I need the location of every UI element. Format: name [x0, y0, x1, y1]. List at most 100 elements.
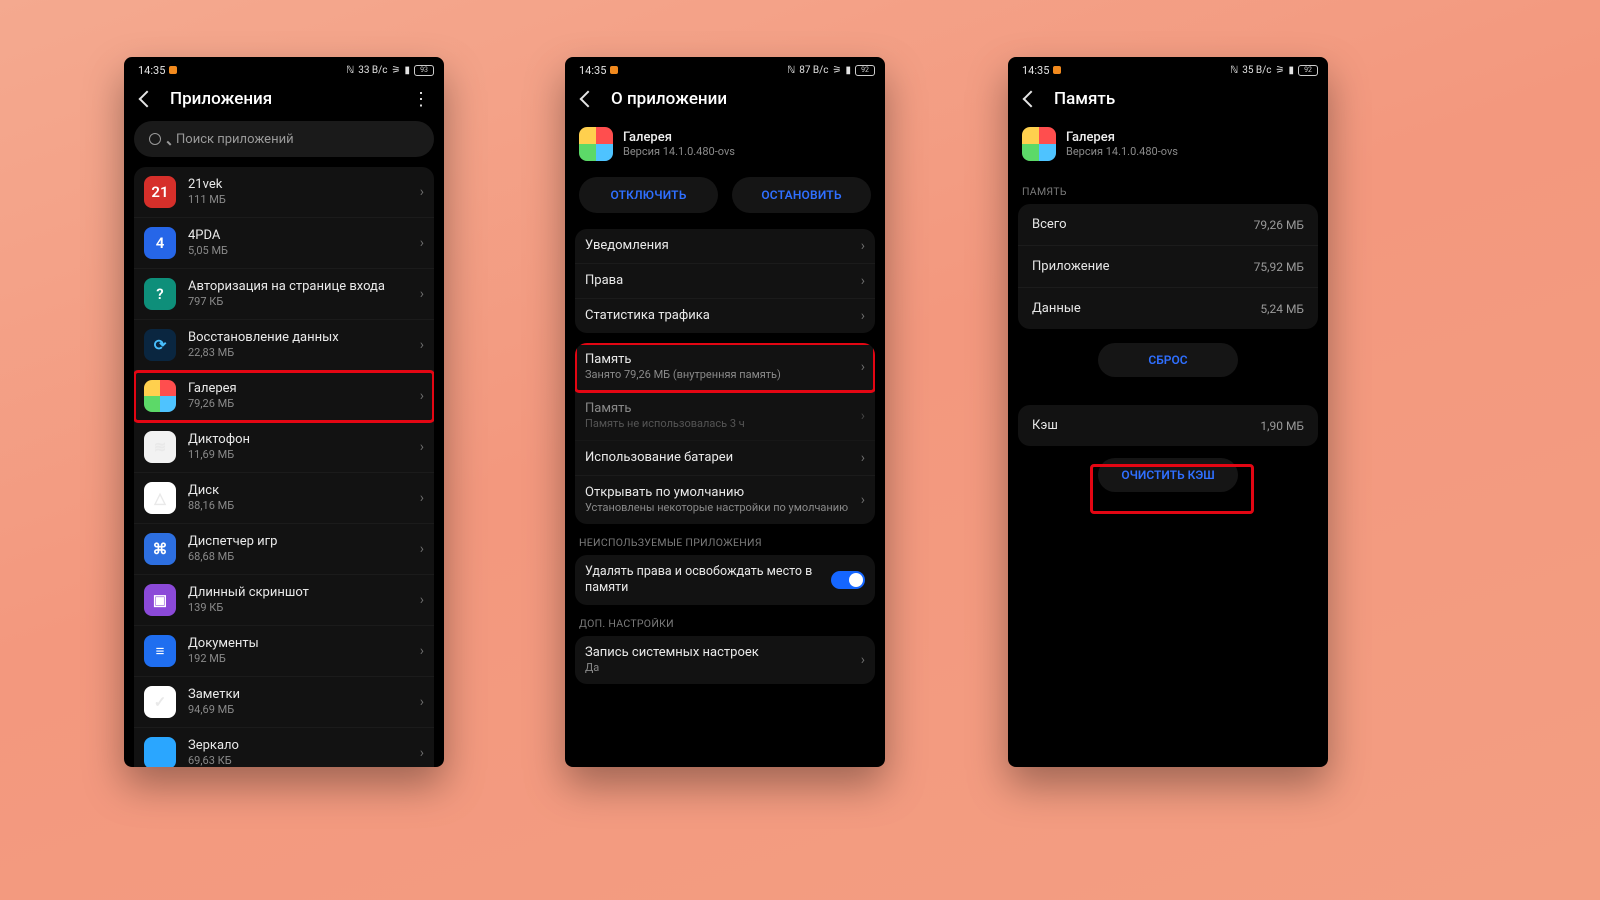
section-memory: ПАМЯТЬ [1008, 173, 1328, 204]
chevron-right-icon: › [416, 184, 424, 200]
search-apps-input[interactable]: Поиск приложений [134, 121, 434, 157]
section-extra: ДОП. НАСТРОЙКИ [565, 605, 885, 636]
app-row-auth[interactable]: ? Авторизация на странице входа 797 КБ › [134, 269, 434, 320]
section-unused-apps: НЕИСПОЛЬЗУЕМЫЕ ПРИЛОЖЕНИЯ [565, 524, 885, 555]
row-permissions[interactable]: Права › [575, 264, 875, 299]
app-icon: ≋ [144, 431, 176, 463]
kv-data: Данные 5,24 МБ [1018, 288, 1318, 329]
app-size: 192 МБ [188, 652, 416, 666]
row-sys-write[interactable]: Запись системных настроек Да › [575, 636, 875, 684]
toggle-switch[interactable] [831, 571, 865, 589]
app-icon: ▣ [144, 584, 176, 616]
row-label: Уведомления [585, 238, 857, 254]
status-time: 14:35 [138, 64, 165, 77]
status-notification-icon [610, 66, 618, 74]
status-nfc-icon: ℕ [346, 65, 354, 76]
chevron-right-icon: › [857, 408, 865, 424]
row-traffic[interactable]: Статистика трафика › [575, 299, 875, 333]
row-label: Использование батареи [585, 450, 857, 466]
app-size: 79,26 МБ [188, 397, 416, 411]
app-row-mirror[interactable]: Зеркало 69,63 КБ › [134, 728, 434, 767]
app-name: 4PDA [188, 228, 416, 244]
app-row-drive[interactable]: △ Диск 88,16 МБ › [134, 473, 434, 524]
row-battery[interactable]: Использование батареи › [575, 441, 875, 476]
app-row-recorder[interactable]: ≋ Диктофон 11,69 МБ › [134, 422, 434, 473]
kv-key: Приложение [1032, 259, 1110, 274]
row-memory[interactable]: Память Память не использовалась 3 ч › [575, 392, 875, 441]
row-notifications[interactable]: Уведомления › [575, 229, 875, 264]
back-icon[interactable] [1022, 90, 1040, 108]
app-name: Диспетчер игр [188, 534, 416, 550]
app-row-4pda[interactable]: 4 4PDA 5,05 МБ › [134, 218, 434, 269]
status-nfc-icon: ℕ [1230, 65, 1238, 76]
app-row-21vek[interactable]: 21 21vek 111 МБ › [134, 167, 434, 218]
disable-button[interactable]: ОТКЛЮЧИТЬ [579, 177, 718, 213]
status-wifi-icon: ⚞ [1276, 65, 1285, 76]
app-row-game-dispatcher[interactable]: ⌘ Диспетчер игр 68,68 МБ › [134, 524, 434, 575]
chevron-right-icon: › [416, 694, 424, 710]
page-title: О приложении [611, 89, 727, 109]
app-size: 68,68 МБ [188, 550, 416, 564]
row-label: Удалять права и освобождать место в памя… [585, 564, 831, 596]
status-net: 33 В/с [358, 65, 387, 76]
search-placeholder: Поиск приложений [176, 132, 294, 147]
chevron-right-icon: › [857, 450, 865, 466]
row-label: Память [585, 352, 857, 368]
app-row-restore[interactable]: ⟳ Восстановление данных 22,83 МБ › [134, 320, 434, 371]
status-wifi-icon: ⚞ [833, 65, 842, 76]
row-label: Права [585, 273, 857, 289]
app-row-gallery[interactable]: Галерея 79,26 МБ › [134, 371, 434, 422]
back-icon[interactable] [579, 90, 597, 108]
app-version: Версия 14.1.0.480-ovs [1066, 145, 1178, 158]
app-icon [144, 737, 176, 767]
app-row-notes[interactable]: ✓ Заметки 94,69 МБ › [134, 677, 434, 728]
app-row-long-screenshot[interactable]: ▣ Длинный скриншот 139 КБ › [134, 575, 434, 626]
status-signal-icon: ▮ [845, 65, 851, 76]
apps-list: 21 21vek 111 МБ › 4 4PDA 5,05 МБ › ? Авт… [134, 167, 434, 767]
app-size: 94,69 МБ [188, 703, 416, 717]
app-size: 111 МБ [188, 193, 416, 207]
app-icon [1022, 127, 1056, 161]
app-name: Галерея [623, 130, 735, 145]
chevron-right-icon: › [416, 337, 424, 353]
page-title: Приложения [170, 89, 272, 109]
app-name: Авторизация на странице входа [188, 279, 416, 295]
app-version: Версия 14.1.0.480-ovs [623, 145, 735, 158]
chevron-right-icon: › [416, 490, 424, 506]
app-row-documents[interactable]: ≡ Документы 192 МБ › [134, 626, 434, 677]
overflow-menu-icon[interactable] [412, 90, 430, 108]
app-name: Длинный скриншот [188, 585, 416, 601]
row-sublabel: Память не использовалась 3 ч [585, 417, 857, 431]
status-bar: 14:35 ℕ 33 В/с ⚞ ▮ 93 [124, 57, 444, 79]
app-name: Диск [188, 483, 416, 499]
chevron-right-icon: › [857, 359, 865, 375]
chevron-right-icon: › [416, 439, 424, 455]
app-icon: 21 [144, 176, 176, 208]
row-label: Запись системных настроек [585, 645, 857, 661]
status-signal-icon: ▮ [1288, 65, 1294, 76]
row-unused-toggle[interactable]: Удалять права и освобождать место в памя… [575, 555, 875, 605]
row-sublabel: Установлены некоторые настройки по умолч… [585, 501, 857, 515]
app-icon [579, 127, 613, 161]
clear-cache-button[interactable]: ОЧИСТИТЬ КЭШ [1098, 458, 1238, 492]
app-icon [144, 380, 176, 412]
kv-cache: Кэш 1,90 МБ [1018, 405, 1318, 446]
kv-key: Данные [1032, 301, 1081, 316]
status-bar: 14:35 ℕ 87 В/с ⚞ ▮ 92 [565, 57, 885, 79]
row-open-default[interactable]: Открывать по умолчанию Установлены некот… [575, 476, 875, 524]
status-notification-icon [169, 66, 177, 74]
stop-button[interactable]: ОСТАНОВИТЬ [732, 177, 871, 213]
row-storage[interactable]: Память Занято 79,26 МБ (внутренняя памят… [575, 343, 875, 392]
back-icon[interactable] [138, 90, 156, 108]
status-wifi-icon: ⚞ [392, 65, 401, 76]
app-size: 22,83 МБ [188, 346, 416, 360]
kv-value: 75,92 МБ [1254, 260, 1304, 274]
status-battery: 92 [1298, 65, 1318, 76]
kv-app: Приложение 75,92 МБ [1018, 246, 1318, 288]
chevron-right-icon: › [857, 308, 865, 324]
status-notification-icon [1053, 66, 1061, 74]
reset-button[interactable]: СБРОС [1098, 343, 1238, 377]
row-label: Открывать по умолчанию [585, 485, 857, 501]
chevron-right-icon: › [857, 652, 865, 668]
status-net: 87 В/с [799, 65, 828, 76]
